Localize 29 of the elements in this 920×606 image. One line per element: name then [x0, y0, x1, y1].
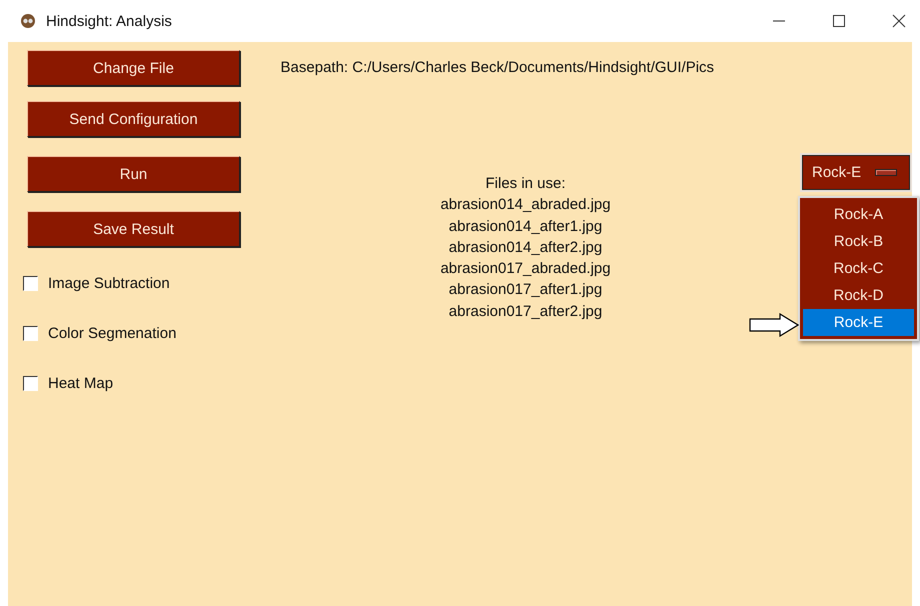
maximize-icon[interactable]: [832, 14, 846, 28]
action-button[interactable]: Run: [27, 156, 240, 192]
file-name: abrasion017_after2.jpg: [448, 302, 602, 322]
checkbox-label: Heat Map: [48, 374, 114, 392]
menu-option[interactable]: Rock-D: [803, 282, 914, 309]
app-icon: [20, 13, 36, 29]
action-button[interactable]: Save Result: [27, 211, 240, 247]
close-icon[interactable]: [892, 14, 906, 28]
file-name: abrasion014_after1.jpg: [448, 216, 602, 237]
file-name: abrasion017_after1.jpg: [448, 280, 602, 300]
menu-option[interactable]: Rock-A: [803, 201, 914, 228]
action-button[interactable]: Change File: [27, 50, 240, 86]
file-name: abrasion014_after2.jpg: [448, 238, 602, 258]
files-heading: Files in use:: [486, 174, 566, 194]
checkbox[interactable]: [23, 326, 38, 340]
checkbox[interactable]: [23, 276, 38, 290]
menu-option[interactable]: Rock-E: [803, 309, 914, 336]
basepath-text: Basepath: C:/Users/Charles Beck/Documents/Hindsight/GUI/Pics: [280, 59, 716, 76]
window-title: Hindsight: Analysis: [46, 12, 172, 30]
action-button[interactable]: Send Configuration: [27, 101, 240, 137]
arrow-pointer-icon: [749, 313, 799, 337]
file-name: abrasion017_abraded.jpg: [440, 259, 611, 280]
checkbox[interactable]: [23, 376, 38, 390]
menu-option[interactable]: Rock-B: [803, 228, 914, 255]
checkbox-label: Color Segmenation: [48, 324, 176, 342]
menu-option[interactable]: Rock-C: [803, 255, 914, 282]
rock-dropdown[interactable]: Rock-E: [800, 153, 912, 192]
checkbox-label: Image Subtraction: [48, 274, 170, 292]
file-name: abrasion014_abraded.jpg: [440, 195, 611, 216]
